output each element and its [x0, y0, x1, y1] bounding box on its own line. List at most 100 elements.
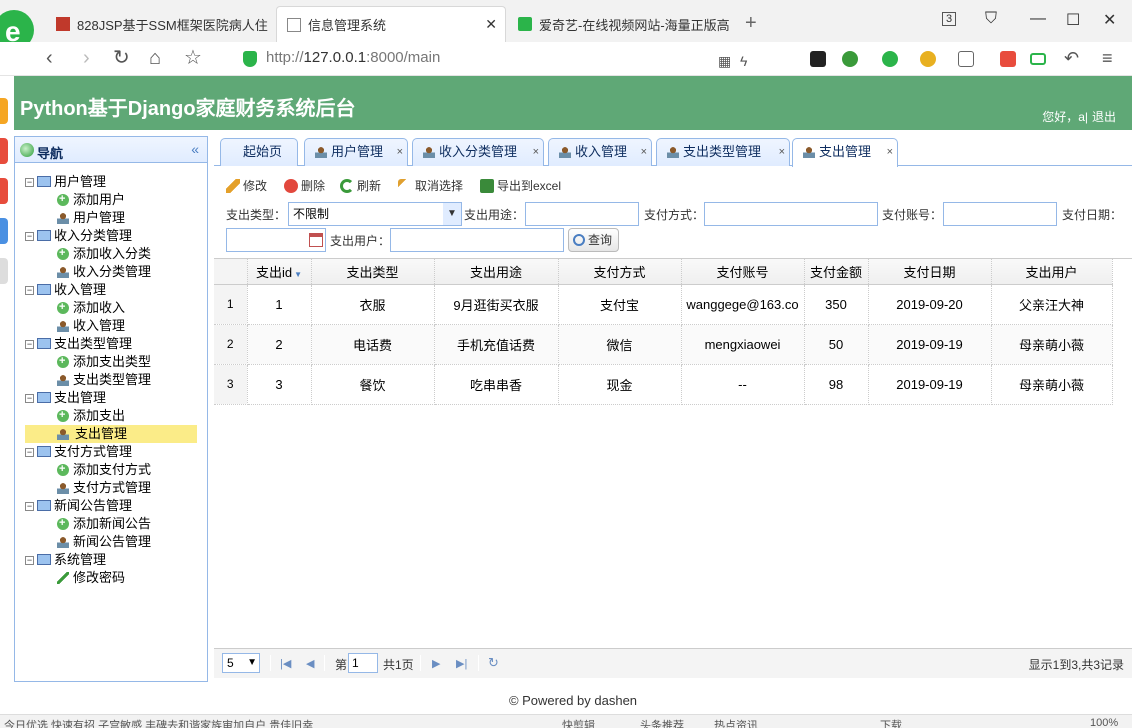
last-page-icon[interactable]: ▶| — [456, 657, 467, 670]
nav-group[interactable]: − 收入管理 — [25, 281, 205, 299]
browser-tab-active[interactable]: 信息管理系统 ✕ — [276, 6, 506, 42]
column-header[interactable]: 支出类型 — [311, 259, 435, 285]
undo-icon[interactable]: ↶ — [1064, 47, 1079, 69]
account-input[interactable] — [943, 202, 1057, 226]
logout-link[interactable]: 退出 — [1092, 110, 1116, 124]
maximize-icon[interactable]: ☐ — [1066, 10, 1080, 30]
date-input[interactable] — [226, 228, 326, 252]
search-button[interactable]: 查询 — [568, 228, 620, 252]
delete-button[interactable]: 删除 — [284, 177, 325, 194]
first-page-icon[interactable]: |◀ — [280, 657, 291, 670]
status-zoom[interactable]: 100% — [1090, 717, 1118, 728]
close-icon[interactable]: × — [887, 139, 893, 165]
scissors-icon[interactable] — [842, 51, 858, 67]
screenshot-icon[interactable] — [958, 51, 974, 67]
purpose-input[interactable] — [525, 202, 639, 226]
close-window-icon[interactable]: ✕ — [1103, 10, 1116, 30]
lightning-icon[interactable]: ϟ — [740, 50, 747, 72]
collapse-toggle-icon[interactable]: − — [25, 232, 34, 242]
table-row[interactable]: 2 2 电话费 手机充值话费 微信 mengxiaowei 50 2019-09-19 母亲萌小… — [214, 324, 1113, 365]
apps-icon[interactable] — [1000, 51, 1016, 67]
column-header[interactable]: 支出用户 — [991, 259, 1113, 285]
status-item[interactable]: 快剪辑 — [562, 717, 595, 728]
close-icon[interactable]: × — [397, 139, 403, 165]
column-header[interactable]: 支出用途 — [434, 259, 559, 285]
collapse-toggle-icon[interactable]: − — [25, 502, 34, 512]
nav-group[interactable]: − 用户管理 — [25, 173, 205, 191]
nav-group[interactable]: − 支出类型管理 — [25, 335, 205, 353]
status-item[interactable]: 下载 — [880, 717, 902, 728]
shirt-icon[interactable]: ⛉ — [985, 10, 997, 28]
calendar-icon[interactable] — [309, 233, 323, 247]
column-header[interactable]: 支付方式 — [558, 259, 682, 285]
collapse-toggle-icon[interactable]: − — [25, 340, 34, 350]
home-icon[interactable]: ⌂ — [149, 47, 161, 69]
method-input[interactable] — [704, 202, 878, 226]
reload-icon[interactable]: ↻ — [113, 47, 130, 69]
browser-tab-hospital[interactable]: 828JSP基于SSM框架医院病人住 — [46, 6, 272, 42]
nav-item[interactable]: 收入管理 — [25, 317, 205, 335]
bookmark-star-icon[interactable]: ☆ — [184, 47, 202, 69]
nav-item[interactable]: 添加支付方式 — [25, 460, 205, 479]
user-input[interactable] — [390, 228, 564, 252]
edit-button[interactable]: 修改 — [226, 177, 267, 194]
nav-group[interactable]: − 系统管理 — [25, 551, 205, 569]
table-row[interactable]: 3 3 餐饮 吃串串香 现金 -- 98 2019-09-19 母亲萌小薇 — [214, 364, 1113, 405]
close-icon[interactable]: × — [641, 139, 647, 165]
export-excel-button[interactable]: 导出到excel — [480, 177, 561, 194]
nav-item[interactable]: 添加支出 — [25, 406, 205, 425]
tab[interactable]: 收入分类管理 × — [412, 138, 544, 166]
menu-icon[interactable]: ≡ — [1102, 47, 1113, 69]
tab-count-badge[interactable]: 3 — [942, 12, 957, 26]
nav-group[interactable]: − 收入分类管理 — [25, 227, 205, 245]
nav-item[interactable]: 添加收入 — [25, 298, 205, 317]
column-header[interactable]: 支出id ▼ — [247, 259, 312, 285]
page-input[interactable]: 1 — [348, 653, 378, 673]
nav-group[interactable]: − 支付方式管理 — [25, 443, 205, 461]
minimize-icon[interactable]: — — [1030, 10, 1046, 28]
back-icon[interactable]: ‹ — [46, 47, 53, 69]
prev-page-icon[interactable]: ◀ — [306, 657, 314, 670]
column-header[interactable]: 支付金额 — [804, 259, 869, 285]
nav-item[interactable]: 支付方式管理 — [25, 479, 205, 497]
close-icon[interactable]: × — [533, 139, 539, 165]
nav-group[interactable]: − 支出管理 — [25, 389, 205, 407]
column-header[interactable]: 支付账号 — [681, 259, 805, 285]
nav-item[interactable]: 添加收入分类 — [25, 244, 205, 263]
collapse-toggle-icon[interactable]: − — [25, 394, 34, 404]
nav-item[interactable]: 添加用户 — [25, 190, 205, 209]
cancel-select-button[interactable]: 取消选择 — [398, 177, 463, 194]
type-select[interactable]: 不限制 ▼ — [288, 202, 462, 226]
nav-item[interactable]: 支出管理 — [25, 425, 197, 443]
page-size-select[interactable]: 5 ▼ — [222, 653, 260, 673]
coin-icon[interactable] — [920, 51, 936, 67]
tab[interactable]: 收入管理 × — [548, 138, 652, 166]
column-header[interactable]: 支付日期 — [868, 259, 992, 285]
close-tab-icon[interactable]: ✕ — [485, 16, 497, 33]
new-tab-icon[interactable]: + — [745, 12, 757, 35]
address-bar[interactable]: http://127.0.0.1:8000/main — [266, 49, 440, 66]
refresh-button[interactable]: 刷新 — [340, 177, 381, 194]
status-item[interactable]: 头条推荐 — [640, 717, 684, 728]
collapse-icon[interactable]: « — [191, 141, 199, 157]
tab[interactable]: 支出类型管理 × — [656, 138, 790, 166]
nav-item[interactable]: 添加支出类型 — [25, 352, 205, 371]
qr-icon[interactable]: ▦ — [718, 50, 731, 72]
extension-icon[interactable] — [810, 51, 826, 67]
collapse-toggle-icon[interactable]: − — [25, 448, 34, 458]
nav-item[interactable]: 收入分类管理 — [25, 263, 205, 281]
tab[interactable]: 起始页 — [220, 138, 298, 166]
nav-group[interactable]: − 新闻公告管理 — [25, 497, 205, 515]
nav-item[interactable]: 修改密码 — [25, 569, 205, 587]
tab[interactable]: 用户管理 × — [304, 138, 408, 166]
translate-icon[interactable] — [882, 51, 898, 67]
nav-item[interactable]: 用户管理 — [25, 209, 205, 227]
nav-item[interactable]: 添加新闻公告 — [25, 514, 205, 533]
tab-active[interactable]: 支出管理 × — [792, 138, 898, 167]
collapse-toggle-icon[interactable]: − — [25, 556, 34, 566]
status-item[interactable]: 热点资讯 — [714, 717, 758, 728]
next-page-icon[interactable]: ▶ — [432, 657, 440, 670]
nav-item[interactable]: 新闻公告管理 — [25, 533, 205, 551]
close-icon[interactable]: × — [779, 139, 785, 165]
collapse-toggle-icon[interactable]: − — [25, 286, 34, 296]
